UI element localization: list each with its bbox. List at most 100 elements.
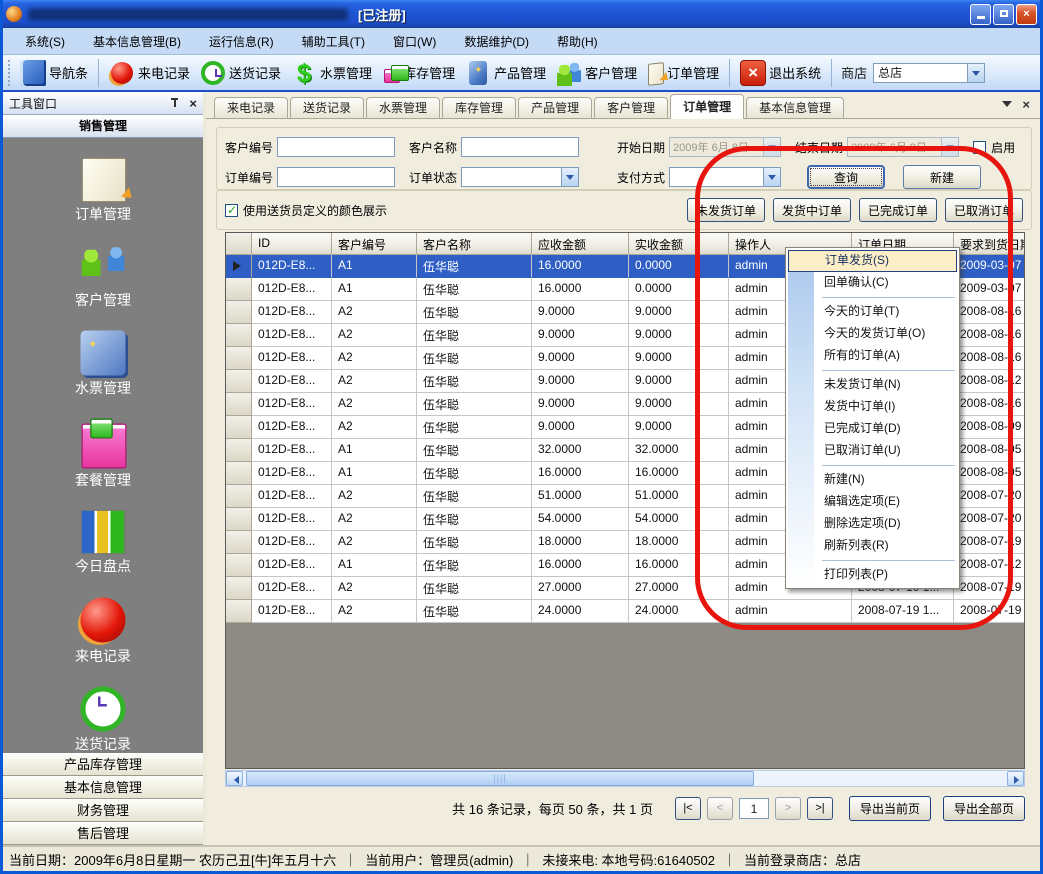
tool-window-close-icon[interactable]: × — [189, 96, 197, 111]
context-menu-item[interactable]: 已完成订单(D) — [788, 418, 957, 440]
enable-date-checkbox[interactable] — [973, 141, 986, 154]
sidebar-group-button[interactable]: 基本信息管理 — [3, 776, 203, 799]
menu-item[interactable]: 帮助(H) — [545, 29, 610, 54]
sidebar-item[interactable]: 来电记录 — [75, 600, 131, 666]
menu-item[interactable]: 运行信息(R) — [197, 29, 286, 54]
customer-name-input[interactable] — [461, 137, 579, 157]
column-header[interactable]: 要求到货日期 — [954, 233, 1025, 255]
sidebar-group-button[interactable]: 产品库存管理 — [3, 753, 203, 776]
query-button[interactable]: 查询 — [807, 165, 885, 189]
tab-active[interactable]: 订单管理 — [670, 94, 744, 119]
sidebar-item[interactable]: 套餐管理 — [75, 422, 131, 490]
row-selector-cell[interactable] — [226, 554, 252, 577]
chevron-down-icon[interactable] — [967, 64, 984, 82]
toolbar-button[interactable]: 导航条 — [15, 58, 93, 88]
order-filter-button[interactable]: 未发货订单 — [687, 198, 765, 222]
tab-item[interactable]: 客户管理 — [594, 97, 668, 118]
context-menu-item[interactable]: 未发货订单(N) — [788, 374, 957, 396]
tab-close-icon[interactable]: × — [1022, 97, 1030, 112]
row-selector-cell[interactable] — [226, 508, 252, 531]
sidebar-item[interactable]: 水票管理 — [75, 334, 131, 398]
column-header[interactable]: 实收金额 — [629, 233, 729, 255]
scroll-left-icon[interactable] — [226, 771, 243, 786]
toolbar-button[interactable]: 订单管理 — [642, 59, 724, 87]
chevron-down-icon[interactable] — [941, 138, 958, 156]
sidebar-group-button[interactable]: 财务管理 — [3, 799, 203, 822]
toolbar-button[interactable]: 库存管理 — [377, 61, 460, 85]
driver-color-checkbox[interactable] — [225, 204, 238, 217]
start-date-picker[interactable]: 2009年 6月 8日 — [669, 137, 781, 157]
last-page-button[interactable]: >| — [807, 797, 833, 820]
column-header[interactable]: 客户名称 — [417, 233, 532, 255]
tab-list-dropdown-icon[interactable] — [1002, 101, 1012, 112]
order-filter-button[interactable]: 发货中订单 — [773, 198, 851, 222]
toolbar-button[interactable]: 来电记录 — [104, 58, 195, 88]
export-all-pages-button[interactable]: 导出全部页 — [943, 796, 1025, 821]
store-select[interactable]: 总店 — [873, 63, 985, 83]
menu-item[interactable]: 系统(S) — [13, 29, 77, 54]
context-menu-item[interactable]: 删除选定项(D) — [788, 513, 957, 535]
column-header[interactable]: 应收金额 — [532, 233, 629, 255]
row-selector-cell[interactable] — [226, 370, 252, 393]
column-header[interactable]: 客户编号 — [332, 233, 417, 255]
table-row[interactable]: 012D-E8...A2伍华聪24.000024.0000admin2008-0… — [226, 600, 1024, 623]
sidebar-group-button[interactable]: 售后管理 — [3, 822, 203, 845]
prev-page-button[interactable]: < — [707, 797, 733, 820]
chevron-down-icon[interactable] — [763, 138, 780, 156]
context-menu-item[interactable]: 发货中订单(I) — [788, 396, 957, 418]
chevron-down-icon[interactable] — [763, 168, 780, 186]
tab-item[interactable]: 产品管理 — [518, 97, 592, 118]
column-header[interactable]: ID — [252, 233, 332, 255]
sidebar-item[interactable]: 客户管理 — [75, 248, 131, 310]
row-selector-cell[interactable] — [226, 577, 252, 600]
context-menu-item[interactable]: 今天的订单(T) — [788, 301, 957, 323]
context-menu-item[interactable]: 订单发货(S) — [788, 250, 957, 272]
menu-item[interactable]: 辅助工具(T) — [290, 29, 377, 54]
chevron-down-icon[interactable] — [561, 168, 578, 186]
context-menu-item[interactable]: 编辑选定项(E) — [788, 491, 957, 513]
scrollbar-thumb[interactable] — [246, 771, 754, 786]
sidebar-item[interactable]: 送货记录 — [75, 690, 131, 753]
minimize-button[interactable] — [970, 4, 991, 25]
menu-item[interactable]: 窗口(W) — [381, 29, 448, 54]
context-menu-item[interactable]: 今天的发货订单(O) — [788, 323, 957, 345]
tab-item[interactable]: 来电记录 — [214, 97, 288, 118]
sidebar-item[interactable]: 今日盘点 — [75, 514, 131, 576]
order-filter-button[interactable]: 已完成订单 — [859, 198, 937, 222]
sidebar-item[interactable]: 订单管理 — [75, 160, 131, 224]
context-menu-item[interactable]: 新建(N) — [788, 469, 957, 491]
row-selector-cell[interactable] — [226, 439, 252, 462]
page-number-input[interactable]: 1 — [739, 798, 769, 819]
row-selector-cell[interactable] — [226, 416, 252, 439]
export-current-page-button[interactable]: 导出当前页 — [849, 796, 931, 821]
sidebar-group-sales[interactable]: 销售管理 — [3, 115, 203, 138]
row-selector-cell[interactable] — [226, 485, 252, 508]
order-filter-button[interactable]: 已取消订单 — [945, 198, 1023, 222]
customer-no-input[interactable] — [277, 137, 395, 157]
menu-item[interactable]: 数据维护(D) — [452, 29, 541, 54]
toolbar-button[interactable]: 退出系统 — [735, 58, 826, 88]
tab-item[interactable]: 送货记录 — [290, 97, 364, 118]
row-selector-cell[interactable] — [226, 324, 252, 347]
context-menu-item[interactable]: 所有的订单(A) — [788, 345, 957, 367]
toolbar-button[interactable]: 客户管理 — [551, 58, 642, 88]
pay-method-select[interactable] — [669, 167, 781, 187]
next-page-button[interactable]: > — [775, 797, 801, 820]
row-selector-cell[interactable] — [226, 255, 252, 278]
toolbar-grip[interactable] — [8, 60, 12, 86]
menu-item[interactable]: 基本信息管理(B) — [81, 29, 193, 54]
tab-item[interactable]: 基本信息管理 — [746, 97, 844, 118]
pin-icon[interactable] — [169, 97, 181, 109]
tab-item[interactable]: 水票管理 — [366, 97, 440, 118]
row-selector-cell[interactable] — [226, 301, 252, 324]
end-date-picker[interactable]: 2009年 6月 8日 — [847, 137, 959, 157]
toolbar-button[interactable]: 送货记录 — [195, 58, 286, 88]
row-selector-cell[interactable] — [226, 600, 252, 623]
row-selector-cell[interactable] — [226, 278, 252, 301]
order-no-input[interactable] — [277, 167, 395, 187]
toolbar-button[interactable]: 产品管理 — [460, 58, 551, 88]
new-button[interactable]: 新建 — [903, 165, 981, 189]
row-selector-cell[interactable] — [226, 393, 252, 416]
row-selector-cell[interactable] — [226, 531, 252, 554]
first-page-button[interactable]: |< — [675, 797, 701, 820]
